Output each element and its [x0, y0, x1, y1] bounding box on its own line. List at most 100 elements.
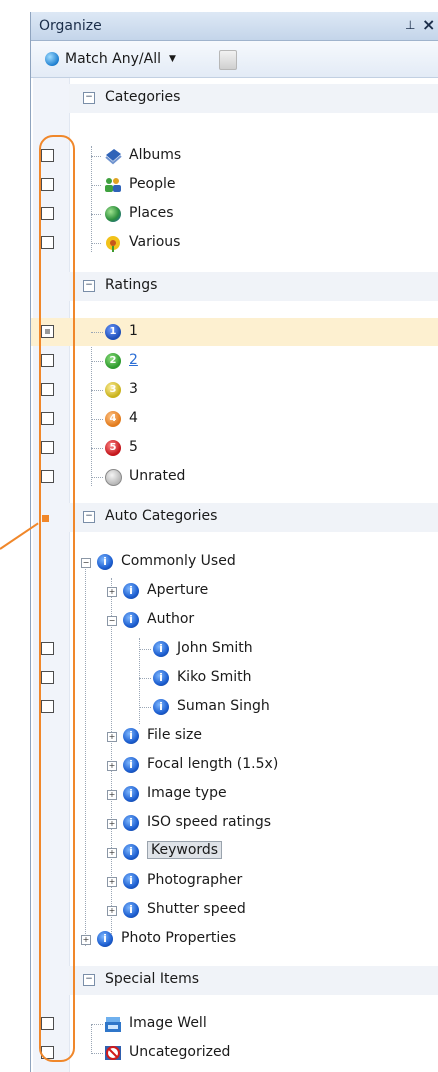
- section-header-categories[interactable]: − Categories: [69, 84, 438, 113]
- special-item-label: Uncategorized: [129, 1044, 231, 1060]
- info-icon: i: [123, 728, 139, 744]
- tree-node-photo-properties[interactable]: + i Photo Properties: [31, 925, 438, 953]
- collapse-icon[interactable]: −: [83, 511, 95, 523]
- section-header-special-items[interactable]: − Special Items: [69, 966, 438, 995]
- category-label: Albums: [129, 147, 182, 163]
- panel-titlebar: Organize ⊥ ×: [31, 12, 438, 41]
- info-icon: i: [123, 844, 139, 860]
- rating-label: 5: [129, 439, 138, 455]
- tree-label: Focal length (1.5x): [147, 756, 279, 772]
- category-item-albums[interactable]: Albums: [31, 142, 438, 170]
- match-any-all-button[interactable]: Match Any/All ▼: [41, 47, 182, 71]
- callout-pointer-dot: [42, 515, 49, 522]
- rating-badge-icon: 2: [105, 353, 121, 369]
- section-title: Ratings: [105, 277, 158, 293]
- rating-item-5[interactable]: 5 5: [31, 434, 438, 462]
- special-item-uncategorized[interactable]: Uncategorized: [31, 1039, 438, 1067]
- info-icon: i: [153, 699, 169, 715]
- tree-content: − Categories Albums People Places Variou…: [31, 78, 438, 1072]
- info-icon: i: [153, 641, 169, 657]
- close-icon[interactable]: ×: [422, 15, 435, 34]
- tree-node-author-suman-singh[interactable]: i Suman Singh: [31, 693, 438, 721]
- info-icon: i: [123, 815, 139, 831]
- tree-node-image-type[interactable]: + i Image type: [31, 780, 438, 808]
- expand-icon[interactable]: +: [107, 848, 117, 858]
- info-icon: i: [97, 554, 113, 570]
- rating-label[interactable]: 2: [129, 352, 138, 368]
- info-icon: i: [123, 612, 139, 628]
- info-icon: i: [153, 670, 169, 686]
- tree-label: Aperture: [147, 582, 209, 598]
- collapse-icon[interactable]: −: [83, 974, 95, 986]
- rating-label: 4: [129, 410, 138, 426]
- rating-badge-icon: 1: [105, 324, 121, 340]
- tree-node-author[interactable]: − i Author: [31, 606, 438, 634]
- image-well-icon: [105, 1017, 121, 1032]
- category-label: Various: [129, 234, 181, 250]
- info-icon: i: [123, 902, 139, 918]
- collapse-icon[interactable]: −: [83, 92, 95, 104]
- various-icon: [106, 236, 120, 252]
- tree-label: Photo Properties: [121, 930, 237, 946]
- expand-icon[interactable]: +: [107, 906, 117, 916]
- rating-item-unrated[interactable]: Unrated: [31, 463, 438, 491]
- rating-item-1[interactable]: 1 1: [31, 318, 438, 346]
- tree-node-author-kiko-smith[interactable]: i Kiko Smith: [31, 664, 438, 692]
- category-item-people[interactable]: People: [31, 171, 438, 199]
- section-header-ratings[interactable]: − Ratings: [69, 272, 438, 301]
- expand-icon[interactable]: +: [107, 819, 117, 829]
- collapse-icon[interactable]: −: [83, 280, 95, 292]
- tree-label: Author: [147, 611, 195, 627]
- people-icon: [105, 178, 121, 192]
- tree-node-photographer[interactable]: + i Photographer: [31, 867, 438, 895]
- info-icon: i: [123, 583, 139, 599]
- panel-title: Organize: [39, 18, 102, 34]
- expand-icon[interactable]: +: [107, 587, 117, 597]
- tree-node-focal-length[interactable]: + i Focal length (1.5x): [31, 751, 438, 779]
- rating-badge-icon: 4: [105, 411, 121, 427]
- rating-item-3[interactable]: 3 3: [31, 376, 438, 404]
- expand-icon[interactable]: +: [107, 732, 117, 742]
- tree-node-keywords[interactable]: + i Keywords: [31, 838, 438, 866]
- expand-icon[interactable]: +: [107, 877, 117, 887]
- globe-icon: [45, 52, 59, 66]
- expand-icon[interactable]: +: [107, 790, 117, 800]
- collapse-icon[interactable]: −: [81, 558, 91, 568]
- tree-node-iso-speed[interactable]: + i ISO speed ratings: [31, 809, 438, 837]
- info-icon: i: [123, 873, 139, 889]
- section-title: Categories: [105, 89, 181, 105]
- rating-label: Unrated: [129, 468, 186, 484]
- pin-icon[interactable]: ⊥: [405, 18, 415, 32]
- collapse-icon[interactable]: −: [107, 616, 117, 626]
- info-icon: i: [123, 786, 139, 802]
- chevron-down-icon[interactable]: ▼: [169, 54, 176, 64]
- expand-icon[interactable]: +: [81, 935, 91, 945]
- special-item-label: Image Well: [129, 1015, 207, 1031]
- expand-icon[interactable]: +: [107, 761, 117, 771]
- tree-label: Commonly Used: [121, 553, 236, 569]
- tree-node-author-john-smith[interactable]: i John Smith: [31, 635, 438, 663]
- rating-item-4[interactable]: 4 4: [31, 405, 438, 433]
- tree-label: John Smith: [177, 640, 253, 656]
- tree-label: File size: [147, 727, 203, 743]
- rating-item-2[interactable]: 2 2: [31, 347, 438, 375]
- category-item-various[interactable]: Various: [31, 229, 438, 257]
- tree-label: Kiko Smith: [177, 669, 252, 685]
- rating-label: 3: [129, 381, 138, 397]
- section-title: Special Items: [105, 971, 200, 987]
- category-item-places[interactable]: Places: [31, 200, 438, 228]
- tree-node-commonly-used[interactable]: − i Commonly Used: [31, 548, 438, 576]
- tree-node-aperture[interactable]: + i Aperture: [31, 577, 438, 605]
- organize-panel: Organize ⊥ × Match Any/All ▼ − Categorie…: [30, 12, 438, 1072]
- section-header-auto-categories[interactable]: − Auto Categories: [69, 503, 438, 532]
- tree-label: Photographer: [147, 872, 243, 888]
- clear-filter-icon[interactable]: [219, 50, 237, 70]
- tree-node-shutter-speed[interactable]: + i Shutter speed: [31, 896, 438, 924]
- tree-label: ISO speed ratings: [147, 814, 271, 830]
- places-icon: [105, 206, 121, 222]
- category-label: People: [129, 176, 176, 192]
- special-item-image-well[interactable]: Image Well: [31, 1010, 438, 1038]
- tree-label: Suman Singh: [177, 698, 270, 714]
- rating-badge-icon: 5: [105, 440, 121, 456]
- tree-node-file-size[interactable]: + i File size: [31, 722, 438, 750]
